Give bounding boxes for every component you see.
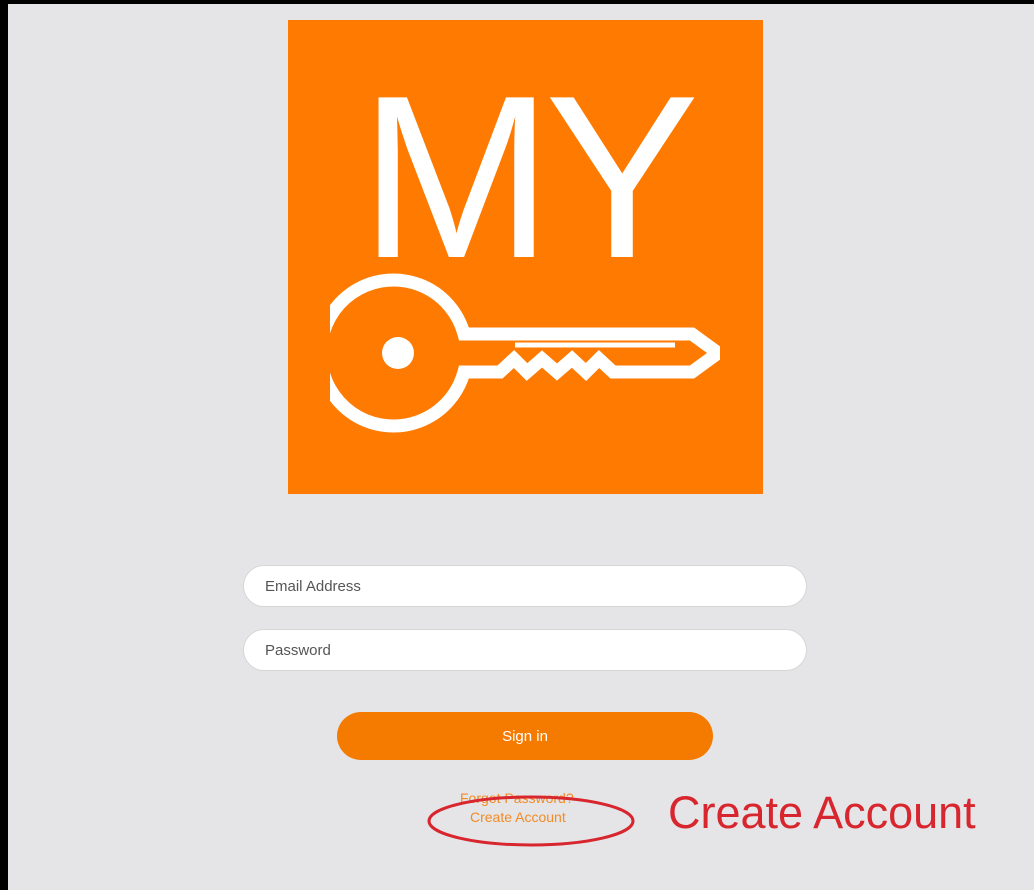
logo-text: MY xyxy=(359,48,700,307)
create-account-link[interactable]: Create Account xyxy=(470,809,566,825)
my-key-logo: MY xyxy=(288,20,763,494)
password-input[interactable] xyxy=(243,629,807,671)
email-address-input[interactable] xyxy=(243,565,807,607)
page-frame: MY Sign in Forgot Password? Create Accou… xyxy=(0,0,1034,890)
key-icon xyxy=(330,273,720,433)
forgot-password-link[interactable]: Forgot Password? xyxy=(460,790,574,806)
sign-in-button[interactable]: Sign in xyxy=(337,712,713,760)
annotation-label: Create Account xyxy=(668,787,976,838)
